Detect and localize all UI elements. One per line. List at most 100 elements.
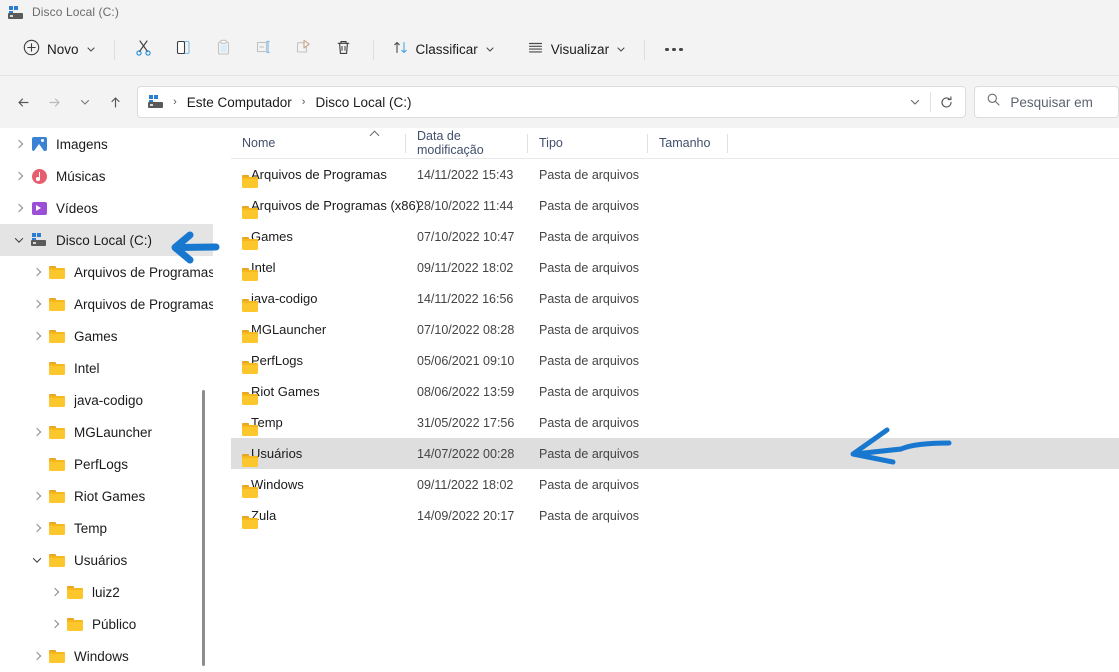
table-row[interactable]: Riot Games 08/06/2022 13:59 Pasta de arqui…: [231, 376, 1119, 407]
back-button[interactable]: [8, 86, 39, 118]
refresh-button[interactable]: [931, 88, 961, 116]
sidebar-item-mglauncher[interactable]: MGLauncher: [0, 416, 214, 448]
table-row[interactable]: Windows 09/11/2022 18:02 Pasta de arquivos: [231, 469, 1119, 500]
chevron-right-icon[interactable]: [26, 299, 48, 309]
command-bar: Novo Classificar Visualizar: [0, 24, 1119, 76]
sidebar-scrollbar[interactable]: [199, 128, 207, 672]
search-input[interactable]: Pesquisar em: [1010, 95, 1093, 110]
sidebar-item-temp[interactable]: Temp: [0, 512, 214, 544]
rename-button[interactable]: [244, 34, 284, 66]
table-row[interactable]: Temp 31/05/2022 17:56 Pasta de arquivos: [231, 407, 1119, 438]
breadcrumb-item-este-computador[interactable]: Este Computador: [182, 92, 297, 113]
file-type: Pasta de arquivos: [539, 291, 640, 306]
table-row[interactable]: Arquivos de Programas 14/11/2022 15:43 Pas…: [231, 159, 1119, 190]
sidebar-item-java-codigo[interactable]: java-codigo: [0, 384, 214, 416]
chevron-right-icon[interactable]: [26, 491, 48, 501]
paste-icon: [214, 38, 233, 62]
chevron-right-icon[interactable]: [44, 587, 66, 597]
sidebar-item-disco-local-c[interactable]: Disco Local (C:): [0, 224, 214, 256]
navigation-bar: › Este Computador › Disco Local (C:) Pes…: [0, 76, 1119, 128]
drive-icon: [148, 93, 164, 111]
sidebar-item-games[interactable]: Games: [0, 320, 214, 352]
folder-icon: [48, 297, 66, 311]
file-type: Pasta de arquivos: [539, 384, 640, 399]
folder-icon: [48, 489, 66, 503]
forward-button[interactable]: [39, 86, 70, 118]
sidebar-item-label: Temp: [74, 520, 108, 536]
chevron-right-icon[interactable]: [26, 267, 48, 277]
sidebar-item-arquivos-de-programas[interactable]: Arquivos de Programas: [0, 256, 214, 288]
column-header-tamanho[interactable]: Tamanho: [648, 128, 728, 159]
delete-button[interactable]: [324, 34, 364, 66]
file-type: Pasta de arquivos: [539, 508, 640, 523]
file-type: Pasta de arquivos: [539, 198, 640, 213]
share-button[interactable]: [284, 34, 324, 66]
more-options-button[interactable]: [654, 34, 694, 66]
music-icon: [30, 168, 48, 184]
breadcrumb-item-disco-local[interactable]: Disco Local (C:): [310, 92, 416, 113]
sidebar-item-label: Arquivos de Programas (x86): [74, 296, 214, 312]
chevron-down-icon[interactable]: [26, 554, 48, 563]
view-button[interactable]: Visualizar: [518, 34, 635, 66]
chevron-right-icon[interactable]: [44, 619, 66, 629]
file-modified-date: 14/09/2022 20:17: [417, 508, 515, 523]
sidebar-item-m-sicas[interactable]: Músicas: [0, 160, 214, 192]
sidebar-item-windows[interactable]: Windows: [0, 640, 214, 672]
pictures-icon: [30, 137, 48, 151]
table-row[interactable]: Intel 09/11/2022 18:02 Pasta de arquivos: [231, 252, 1119, 283]
sidebar-item-perflogs[interactable]: PerfLogs: [0, 448, 214, 480]
sidebar-item-label: Imagens: [56, 136, 108, 152]
table-row[interactable]: Arquivos de Programas (x86) 28/10/2022 11…: [231, 190, 1119, 221]
sidebar-item-imagens[interactable]: Imagens: [0, 128, 214, 160]
sidebar-item-riot-games[interactable]: Riot Games: [0, 480, 214, 512]
file-name: Windows: [251, 477, 304, 492]
file-modified-date: 05/06/2021 09:10: [417, 353, 515, 368]
chevron-right-icon[interactable]: [26, 427, 48, 437]
recent-locations-button[interactable]: [70, 86, 101, 118]
table-row[interactable]: java-codigo 14/11/2022 16:56 Pasta de arqu…: [231, 283, 1119, 314]
sidebar-item-usu-rios[interactable]: Usuários: [0, 544, 214, 576]
chevron-down-icon: [86, 41, 96, 59]
window-title: Disco Local (C:): [32, 5, 119, 19]
up-button[interactable]: [100, 86, 131, 118]
sort-button-label: Classificar: [415, 42, 478, 57]
sort-button[interactable]: Classificar: [383, 34, 504, 66]
column-header-data[interactable]: Data de modificação: [406, 128, 528, 159]
file-name: Riot Games: [251, 384, 320, 399]
table-row[interactable]: Zula 14/09/2022 20:17 Pasta de arquivos: [231, 500, 1119, 531]
chevron-right-icon[interactable]: [8, 139, 30, 149]
sidebar-item-arquivos-de-programas-x86[interactable]: Arquivos de Programas (x86): [0, 288, 214, 320]
sidebar-item-intel[interactable]: Intel: [0, 352, 214, 384]
chevron-right-icon[interactable]: [8, 203, 30, 213]
address-bar[interactable]: › Este Computador › Disco Local (C:): [137, 86, 967, 118]
column-header-tipo[interactable]: Tipo: [528, 128, 648, 159]
sidebar-item-p-blico[interactable]: Público: [0, 608, 214, 640]
copy-icon: [174, 38, 193, 62]
table-row[interactable]: MGLauncher 07/10/2022 08:28 Pasta de arqui…: [231, 314, 1119, 345]
address-dropdown-button[interactable]: [900, 88, 930, 116]
sidebar-item-label: MGLauncher: [74, 424, 153, 440]
chevron-right-icon[interactable]: [26, 651, 48, 661]
sidebar-item-label: Disco Local (C:): [56, 232, 153, 248]
chevron-right-icon[interactable]: [26, 523, 48, 533]
table-row[interactable]: PerfLogs 05/06/2021 09:10 Pasta de arquivo…: [231, 345, 1119, 376]
sidebar-item-v-deos[interactable]: Vídeos: [0, 192, 214, 224]
column-header-nome[interactable]: Nome: [231, 128, 406, 159]
new-button[interactable]: Novo: [14, 34, 105, 66]
sidebar-item-luiz2[interactable]: luiz2: [0, 576, 214, 608]
table-row[interactable]: Usuários 14/07/2022 00:28 Pasta de arquivo…: [231, 438, 1119, 469]
copy-button[interactable]: [164, 34, 204, 66]
sidebar-item-label: PerfLogs: [74, 456, 129, 472]
pane-divider[interactable]: [213, 128, 214, 672]
chevron-down-icon[interactable]: [8, 234, 30, 243]
paste-button[interactable]: [204, 34, 244, 66]
table-row[interactable]: Games 07/10/2022 10:47 Pasta de arquivos: [231, 221, 1119, 252]
cut-button[interactable]: [124, 34, 164, 66]
folder-icon: [48, 649, 66, 663]
sidebar-scrollbar-thumb[interactable]: [201, 390, 205, 666]
chevron-right-icon[interactable]: [26, 331, 48, 341]
search-box[interactable]: Pesquisar em: [974, 86, 1119, 118]
chevron-right-icon[interactable]: [8, 171, 30, 181]
folder-icon: [48, 329, 66, 343]
view-button-label: Visualizar: [550, 42, 610, 57]
